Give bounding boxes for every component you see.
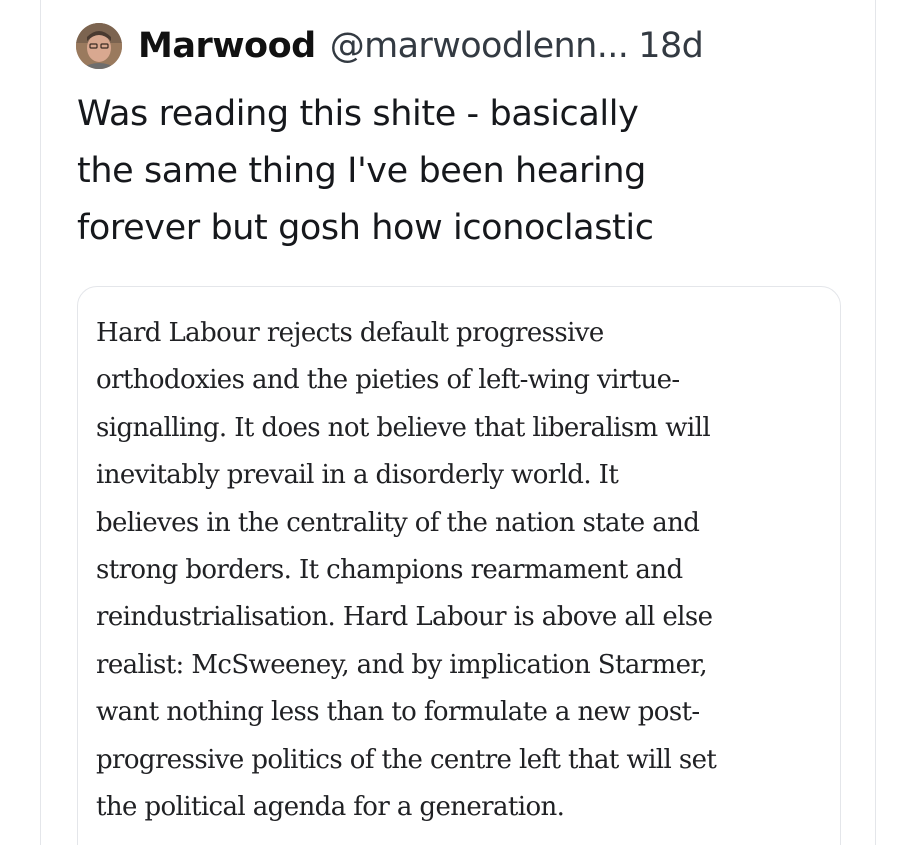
quote-text-line: orthodoxies and the pieties of left-wing… [96,365,680,396]
author-handle[interactable]: @marwoodlenn... [330,26,629,66]
attached-image-text: Hard Labour rejects default progressive … [96,310,816,831]
quote-text-line: signalling. It does not believe that lib… [96,412,711,443]
author-display-name[interactable]: Marwood [138,26,316,66]
post-body-text: Was reading this shite - basically the s… [77,86,877,257]
post-text-line: the same thing I've been hearing [77,151,646,191]
quote-text-line: Hard Labour rejects default progressive [96,318,604,348]
quote-text-line: realist: McSweeney, and by implication S… [96,649,708,680]
quote-text-line: the political agenda for a generation. [96,792,565,823]
page: Marwood @marwoodlenn... 18d Was reading … [0,0,906,845]
avatar[interactable] [76,23,122,69]
quote-text-line: believes in the centrality of the nation… [96,507,700,538]
post-timestamp[interactable]: 18d [638,26,704,66]
post-header: Marwood @marwoodlenn... 18d [76,20,704,72]
user-avatar-icon [76,23,122,69]
post-text-line: forever but gosh how iconoclastic [77,208,654,248]
quote-text-line: reindustrialisation. Hard Labour is abov… [96,602,713,633]
quote-text-line: progressive politics of the centre left … [96,744,717,775]
quote-text-line: inevitably prevail in a disorderly world… [96,460,619,491]
quote-text-line: want nothing less than to formulate a ne… [96,697,700,728]
post-text-line: Was reading this shite - basically [77,94,639,134]
quote-text-line: strong borders. It champions rearmament … [96,555,683,586]
